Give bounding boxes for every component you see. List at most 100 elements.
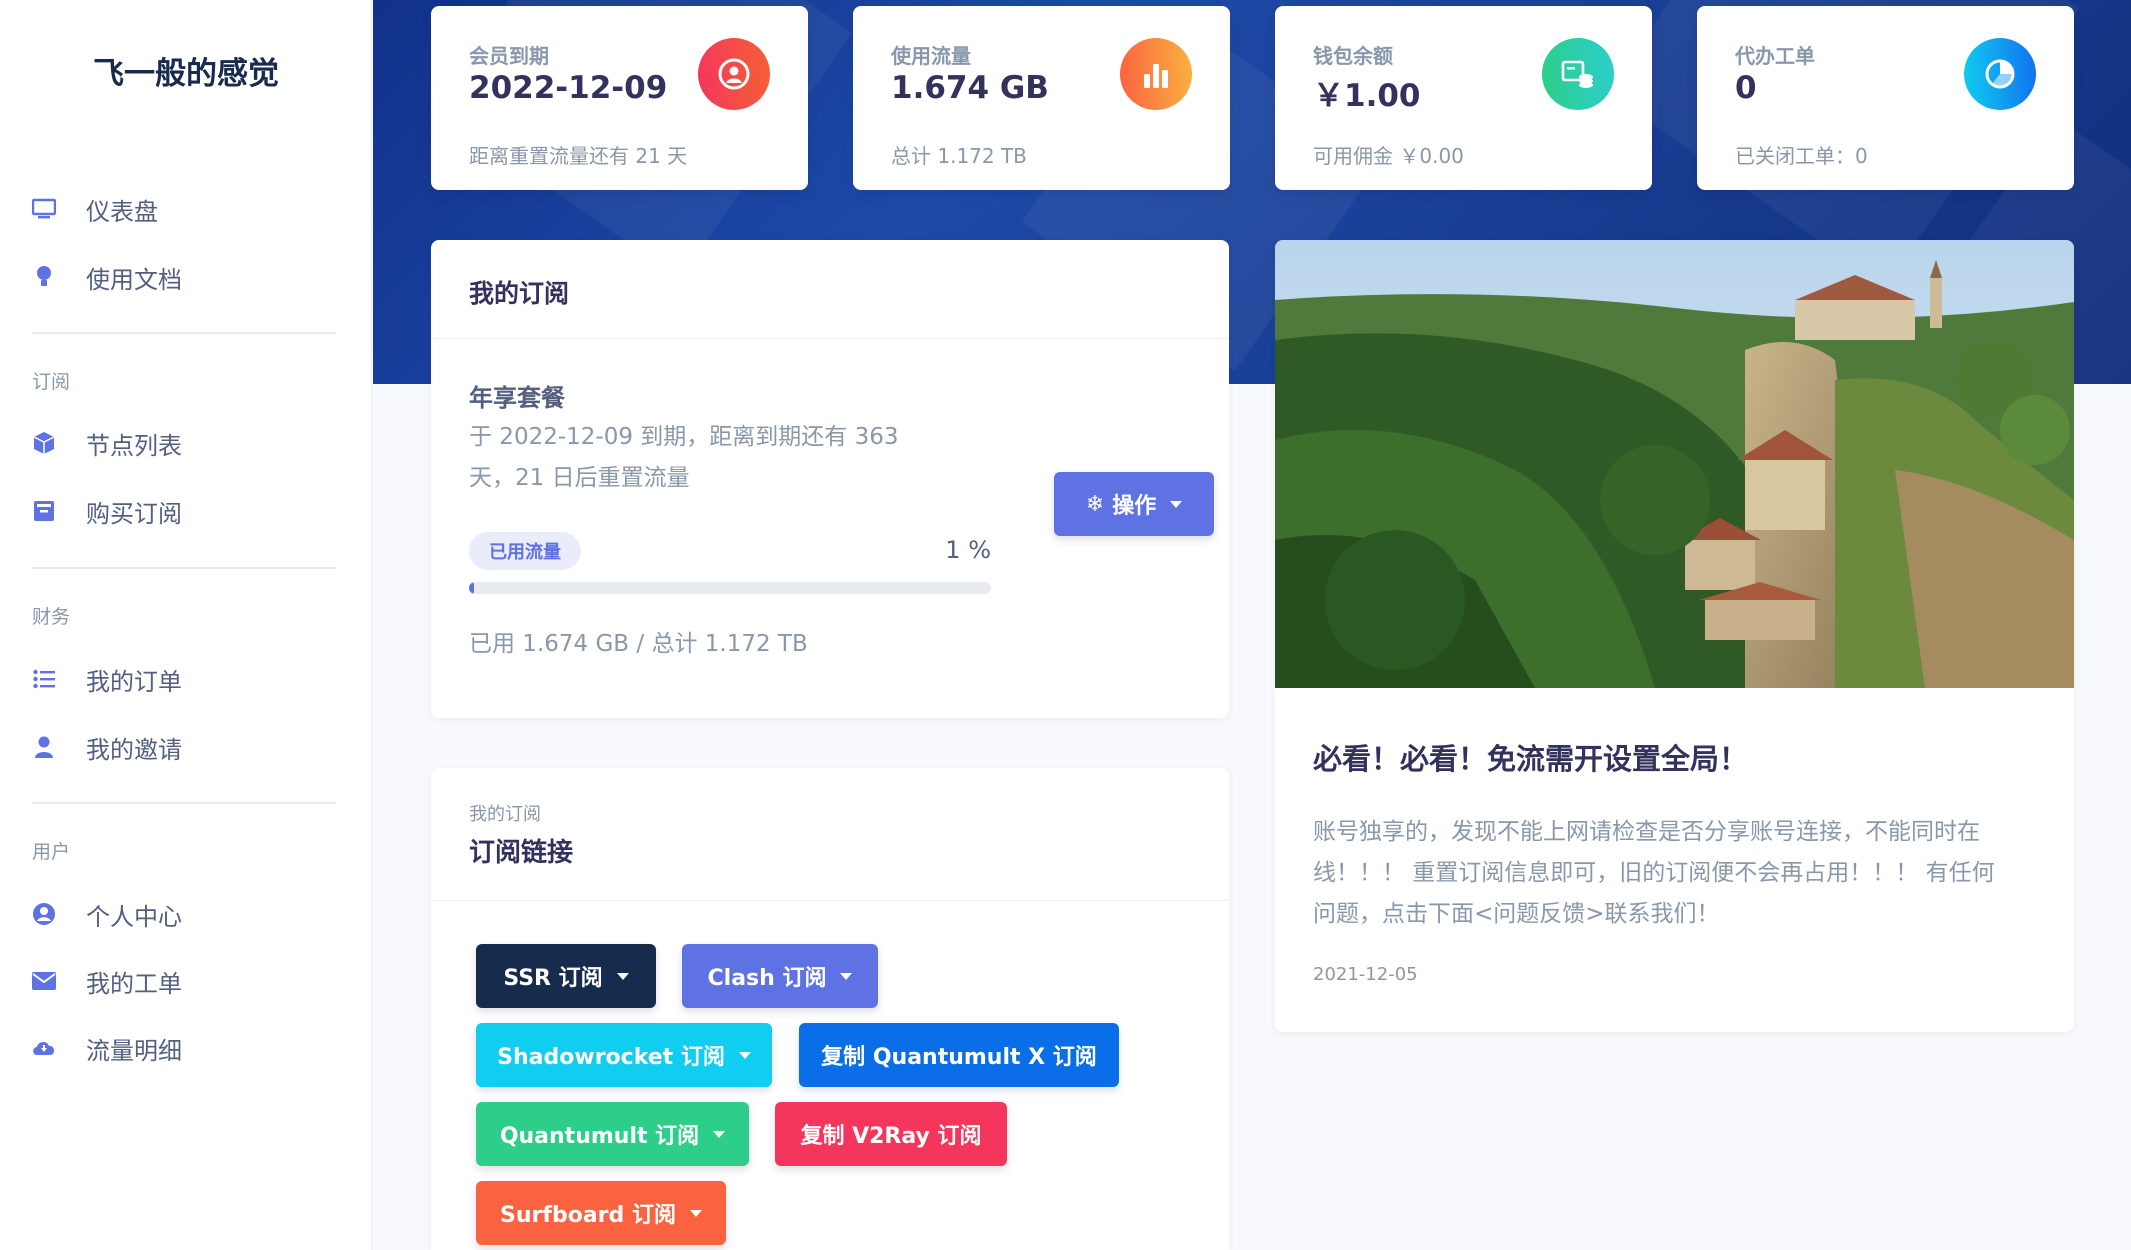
sidebar-item-profile[interactable]: 个人中心 bbox=[32, 890, 342, 938]
lightbulb-icon bbox=[32, 265, 56, 289]
sidebar: 飞一般的感觉 仪表盘 使用文档 订阅 节点列表 购买订阅 财务 我的订单 我的邀… bbox=[0, 0, 372, 1250]
stat-title: 会员到期 bbox=[469, 44, 549, 68]
card-title: 订阅链接 bbox=[469, 838, 574, 868]
sidebar-divider bbox=[32, 802, 336, 804]
sidebar-section-subscription: 订阅 bbox=[32, 371, 71, 393]
subscription-card: 我的订阅 年享套餐 于 2022-12-09 到期，距离到期还有 363 天，2… bbox=[431, 240, 1229, 718]
stat-value: 2022-12-09 bbox=[469, 70, 668, 106]
button-label: 复制 V2Ray 订阅 bbox=[800, 1124, 982, 1149]
sidebar-item-label: 使用文档 bbox=[86, 265, 182, 294]
sidebar-item-tickets[interactable]: 我的工单 bbox=[32, 957, 342, 1005]
chevron-down-icon bbox=[738, 1051, 751, 1059]
quantumult-subscribe-button[interactable]: Quantumult 订阅 bbox=[476, 1102, 749, 1166]
stat-sub: 可用佣金 ￥0.00 bbox=[1313, 144, 1464, 168]
pie-chart-icon bbox=[1964, 38, 2036, 110]
stat-title: 使用流量 bbox=[891, 44, 971, 68]
shadowrocket-subscribe-button[interactable]: Shadowrocket 订阅 bbox=[476, 1023, 772, 1087]
user-circle-icon bbox=[32, 902, 56, 926]
sidebar-item-label: 仪表盘 bbox=[86, 197, 158, 226]
sidebar-item-label: 个人中心 bbox=[86, 902, 182, 931]
stat-card-traffic: 使用流量 1.674 GB 总计 1.172 TB bbox=[853, 6, 1230, 190]
surfboard-subscribe-button[interactable]: Surfboard 订阅 bbox=[476, 1181, 726, 1245]
stat-sub: 已关闭工单：0 bbox=[1735, 144, 1868, 168]
notice-body-line2: 线！！！ 重置订阅信息即可，旧的订阅便不会再占用！！！ 有任何 bbox=[1313, 860, 1995, 886]
stat-card-membership: 会员到期 2022-12-09 距离重置流量还有 21 天 bbox=[431, 6, 808, 190]
chevron-down-icon bbox=[713, 1130, 726, 1138]
sidebar-item-docs[interactable]: 使用文档 bbox=[32, 253, 342, 301]
button-label: Shadowrocket 订阅 bbox=[497, 1045, 725, 1070]
chevron-down-icon bbox=[840, 972, 853, 980]
stat-title: 钱包余额 bbox=[1313, 44, 1393, 68]
cube-icon bbox=[32, 431, 56, 455]
stat-card-tickets: 代办工单 0 已关闭工单：0 bbox=[1697, 6, 2074, 190]
card-divider bbox=[431, 900, 1229, 901]
sidebar-item-traffic[interactable]: 流量明细 bbox=[32, 1024, 342, 1072]
notice-title: 必看！必看！免流需开设置全局！ bbox=[1313, 742, 1749, 776]
notice-body-line1: 账号独享的，发现不能上网请检查是否分享账号连接，不能同时在 bbox=[1313, 819, 1980, 845]
stat-card-wallet: 钱包余额 ￥1.00 可用佣金 ￥0.00 bbox=[1275, 6, 1652, 190]
list-icon bbox=[32, 667, 56, 691]
chevron-down-icon bbox=[616, 972, 629, 980]
sidebar-item-label: 流量明细 bbox=[86, 1036, 182, 1065]
sidebar-item-label: 节点列表 bbox=[86, 431, 182, 460]
card-divider bbox=[431, 338, 1229, 339]
chevron-down-icon bbox=[689, 1209, 702, 1217]
usage-detail: 已用 1.674 GB / 总计 1.172 TB bbox=[469, 631, 808, 657]
cloud-download-icon bbox=[32, 1036, 56, 1060]
archive-icon bbox=[32, 499, 56, 523]
clash-subscribe-button[interactable]: Clash 订阅 bbox=[682, 944, 878, 1008]
sidebar-item-label: 我的邀请 bbox=[86, 735, 182, 764]
notice-image bbox=[1275, 240, 2074, 688]
action-button-label: 操作 bbox=[1112, 494, 1157, 519]
sidebar-divider bbox=[32, 332, 336, 334]
sidebar-item-nodes[interactable]: 节点列表 bbox=[32, 419, 342, 467]
usage-badge: 已用流量 bbox=[469, 532, 581, 570]
monitor-icon bbox=[32, 197, 56, 221]
wallet-icon bbox=[1542, 38, 1614, 110]
stat-sub: 总计 1.172 TB bbox=[891, 144, 1027, 168]
usage-percent: 1 % bbox=[945, 536, 991, 564]
sidebar-section-finance: 财务 bbox=[32, 606, 71, 628]
copy-quantumult-x-button[interactable]: 复制 Quantumult X 订阅 bbox=[799, 1023, 1119, 1087]
sidebar-divider bbox=[32, 567, 336, 569]
notice-body-line3: 问题，点击下面<问题反馈>联系我们！ bbox=[1313, 901, 1720, 927]
brand-title[interactable]: 飞一般的感觉 bbox=[0, 48, 372, 93]
user-circle-icon bbox=[698, 38, 770, 110]
stat-sub: 距离重置流量还有 21 天 bbox=[469, 144, 688, 168]
button-label: 复制 Quantumult X 订阅 bbox=[821, 1045, 1097, 1070]
bar-chart-icon bbox=[1120, 38, 1192, 110]
sidebar-item-label: 我的工单 bbox=[86, 969, 182, 998]
copy-v2ray-button[interactable]: 复制 V2Ray 订阅 bbox=[775, 1102, 1007, 1166]
sidebar-item-label: 我的订单 bbox=[86, 667, 182, 696]
plan-desc-line2: 天，21 日后重置流量 bbox=[469, 465, 690, 491]
sidebar-item-dashboard[interactable]: 仪表盘 bbox=[32, 185, 342, 233]
stat-title: 代办工单 bbox=[1735, 44, 1815, 68]
sidebar-item-invite[interactable]: 我的邀请 bbox=[32, 723, 342, 771]
stat-value: 1.674 GB bbox=[891, 70, 1049, 106]
notice-date: 2021-12-05 bbox=[1313, 964, 1418, 985]
notice-card[interactable]: 必看！必看！免流需开设置全局！ 账号独享的，发现不能上网请检查是否分享账号连接，… bbox=[1275, 240, 2074, 1032]
subscription-links-card: 我的订阅 订阅链接 SSR 订阅 Clash 订阅 Shadowrocket 订… bbox=[431, 768, 1229, 1250]
stat-value: 0 bbox=[1735, 70, 1757, 106]
card-subtitle: 我的订阅 bbox=[469, 804, 541, 825]
action-button[interactable]: ❄ 操作 bbox=[1054, 472, 1214, 536]
usage-progress-fill bbox=[469, 582, 475, 594]
stat-value: ￥1.00 bbox=[1313, 78, 1421, 114]
envelope-icon bbox=[32, 969, 56, 993]
user-icon bbox=[32, 735, 56, 759]
button-label: Quantumult 订阅 bbox=[499, 1124, 700, 1149]
chevron-down-icon bbox=[1170, 500, 1183, 508]
button-label: Clash 订阅 bbox=[707, 966, 827, 991]
usage-progress-bar bbox=[469, 582, 991, 594]
ssr-subscribe-button[interactable]: SSR 订阅 bbox=[476, 944, 656, 1008]
sidebar-item-orders[interactable]: 我的订单 bbox=[32, 655, 342, 703]
gear-icon: ❄ bbox=[1085, 491, 1105, 517]
plan-desc-line1: 于 2022-12-09 到期，距离到期还有 363 bbox=[469, 424, 899, 450]
button-label: Surfboard 订阅 bbox=[500, 1203, 676, 1228]
card-title: 我的订阅 bbox=[469, 279, 570, 308]
sidebar-item-purchase[interactable]: 购买订阅 bbox=[32, 487, 342, 535]
sidebar-section-user: 用户 bbox=[32, 841, 71, 863]
button-label: SSR 订阅 bbox=[503, 966, 603, 991]
sidebar-item-label: 购买订阅 bbox=[86, 499, 182, 528]
plan-name: 年享套餐 bbox=[469, 384, 565, 412]
